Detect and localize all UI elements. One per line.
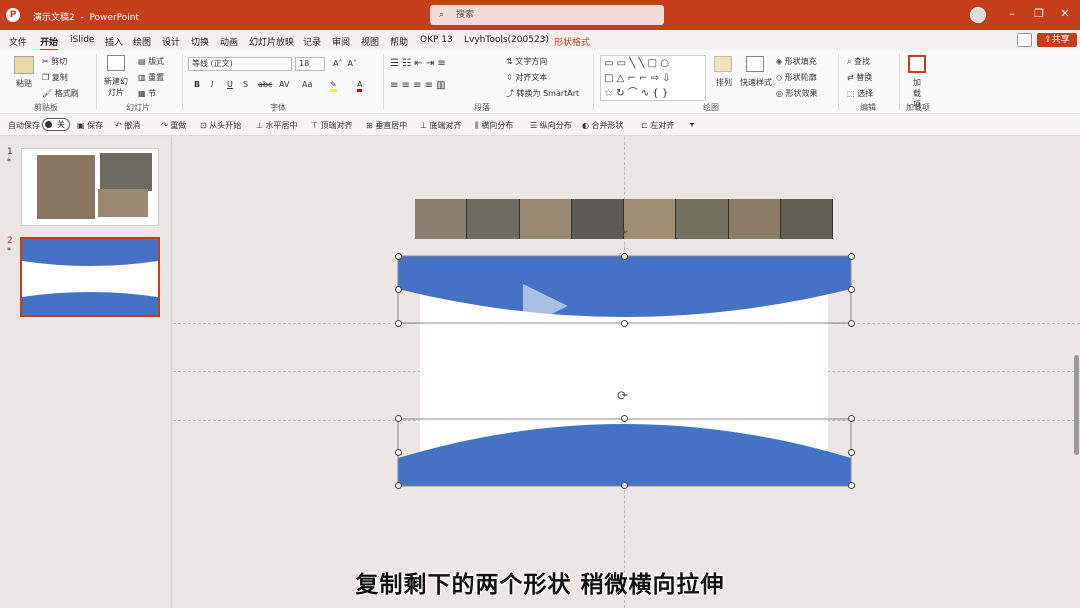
video-subtitle: 复制剩下的两个形状 稍微横向拉伸 (355, 572, 725, 598)
resize-handle[interactable] (848, 415, 855, 422)
bottom-blue-shape[interactable] (398, 424, 851, 486)
rotate-handle-icon[interactable]: ⟳ (617, 389, 628, 404)
resize-handle[interactable] (621, 253, 628, 260)
resize-handle[interactable] (621, 320, 628, 327)
resize-handle[interactable] (621, 415, 628, 422)
resize-handle[interactable] (621, 482, 628, 489)
resize-handle[interactable] (395, 286, 402, 293)
blue-shapes-layer (397, 255, 852, 487)
resize-handle[interactable] (395, 253, 402, 260)
rotate-handle-icon[interactable]: ⟳ (617, 226, 628, 241)
resize-handle[interactable] (395, 482, 402, 489)
resize-handle[interactable] (848, 286, 855, 293)
resize-handle[interactable] (395, 449, 402, 456)
resize-handle[interactable] (848, 449, 855, 456)
resize-handle[interactable] (848, 253, 855, 260)
resize-handle[interactable] (395, 415, 402, 422)
top-blue-shape[interactable] (398, 256, 851, 317)
vertical-scrollbar[interactable] (1074, 355, 1079, 455)
resize-handle[interactable] (395, 320, 402, 327)
resize-handle[interactable] (848, 320, 855, 327)
resize-handle[interactable] (848, 482, 855, 489)
